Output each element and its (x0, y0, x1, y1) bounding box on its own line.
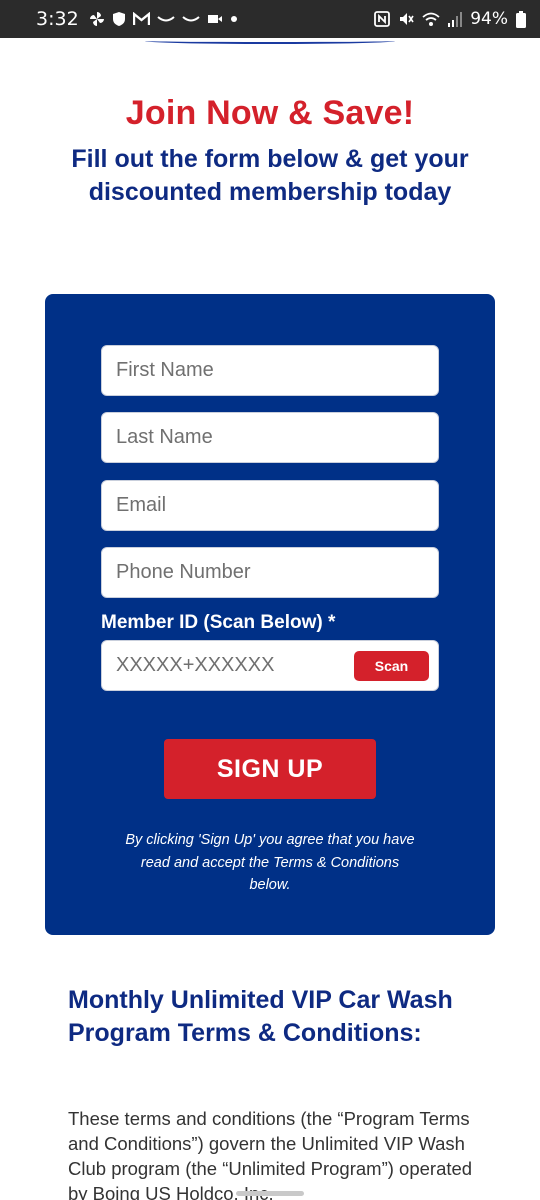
shield-icon (112, 10, 126, 28)
last-name-input[interactable] (101, 412, 439, 463)
first-name-input[interactable] (101, 345, 439, 396)
pinwheel-icon (89, 10, 105, 28)
wave-icon (157, 10, 175, 28)
status-time: 3:32 (36, 8, 79, 30)
system-status-icons: 94% (374, 9, 526, 29)
battery-icon (516, 10, 526, 28)
signal-icon (448, 10, 463, 28)
scan-button[interactable]: Scan (354, 651, 429, 681)
mute-icon (398, 10, 414, 28)
signup-form-card: Member ID (Scan Below) * Scan SIGN UP By… (45, 294, 495, 935)
terms-body: These terms and conditions (the “Program… (68, 1108, 473, 1200)
header-arc-decoration (145, 38, 395, 44)
agreement-text: By clicking 'Sign Up' you agree that you… (125, 832, 415, 893)
member-id-input[interactable] (102, 641, 347, 690)
wifi-icon (422, 10, 440, 28)
video-icon (207, 10, 223, 28)
wave-icon (182, 10, 200, 28)
home-indicator[interactable] (236, 1191, 304, 1196)
notification-icons (89, 10, 238, 28)
phone-number-input[interactable] (101, 547, 439, 598)
sign-up-button[interactable]: SIGN UP (164, 739, 376, 799)
email-input[interactable] (101, 480, 439, 531)
gmail-icon (132, 10, 150, 28)
member-id-label: Member ID (Scan Below) * (101, 612, 336, 633)
page-headline: Join Now & Save! (125, 94, 415, 132)
status-bar: 3:32 94% (0, 0, 540, 38)
dot-icon (230, 10, 238, 28)
nfc-icon (374, 10, 391, 28)
page-subhead: Fill out the form below & get your disco… (71, 145, 469, 206)
member-id-field: Scan (101, 640, 439, 691)
battery-percent: 94% (470, 9, 508, 29)
terms-title: Monthly Unlimited VIP Car Wash Program T… (68, 986, 453, 1047)
